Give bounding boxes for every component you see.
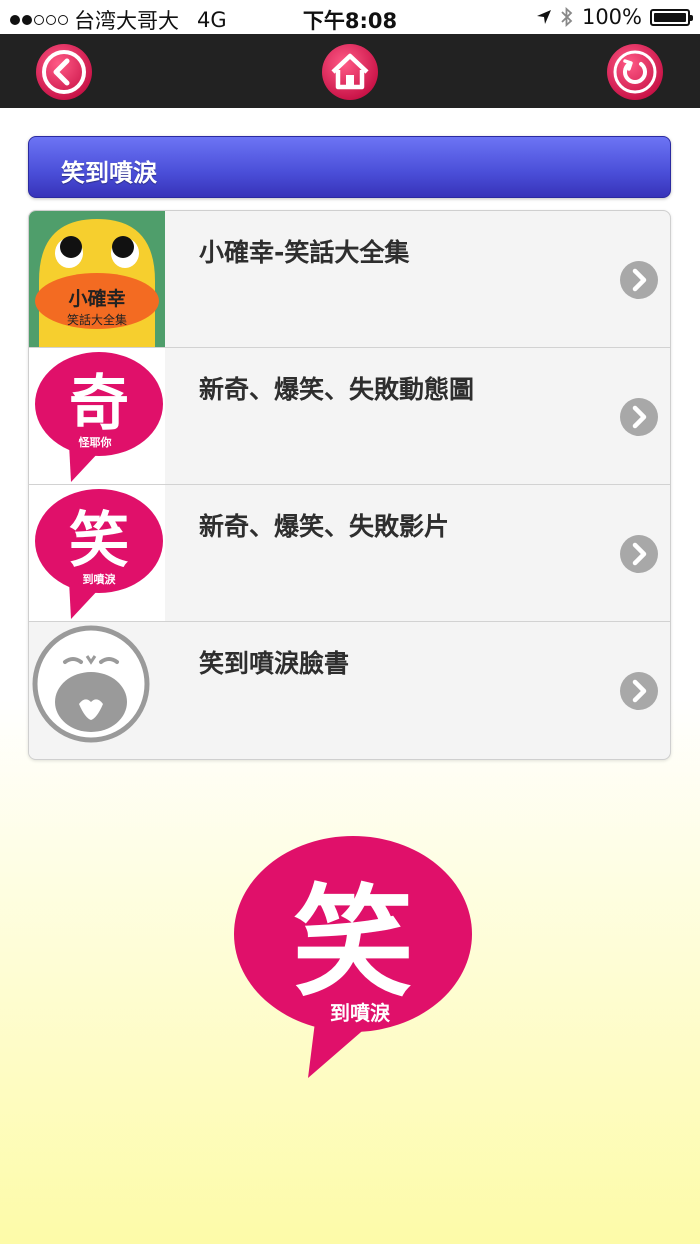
chevron-right-icon [620, 398, 658, 436]
top-toolbar [0, 34, 700, 108]
duck-logo-icon: 小確幸 笑話大全集 [29, 211, 165, 347]
list-item-title: 新奇、爆笑、失敗動態圖 [199, 375, 475, 404]
back-button[interactable] [34, 42, 94, 102]
battery-icon [650, 8, 693, 26]
bluetooth-icon [561, 7, 573, 27]
list-item-joke-collection[interactable]: 小確幸 笑話大全集 小確幸-笑話大全集 [29, 211, 670, 348]
duck-logo-text-1: 小確幸 [68, 287, 125, 310]
section-header: 笑到噴淚 [28, 136, 671, 198]
qi-speech-bubble-icon: 奇 怪耶你 [29, 348, 165, 484]
qi-subtext: 怪耶你 [79, 435, 112, 449]
location-arrow-icon [536, 10, 551, 24]
list-item-title: 小確幸-笑話大全集 [199, 238, 410, 267]
status-right: 100% [536, 5, 693, 29]
chevron-right-icon [620, 672, 658, 710]
list-item-title: 新奇、爆笑、失敗影片 [199, 512, 450, 541]
refresh-icon [607, 44, 663, 100]
home-button[interactable] [320, 42, 380, 102]
app-logo: 笑 到噴淚 [228, 834, 478, 1084]
logo-sub-text: 到噴淚 [330, 1001, 391, 1025]
battery-percent: 100% [581, 5, 642, 29]
xiao-subtext: 到噴淚 [83, 572, 117, 586]
status-bar: 台湾大哥大 4G 下午8:08 100% [0, 0, 700, 34]
chevron-right-icon [620, 261, 658, 299]
chevron-right-icon [620, 535, 658, 573]
list-item-title: 笑到噴淚臉書 [199, 649, 350, 678]
refresh-button[interactable] [605, 42, 665, 102]
xiao-speech-bubble-icon: 笑 到噴淚 [29, 485, 165, 621]
logo-main-char: 笑 [293, 874, 413, 1013]
home-icon [322, 44, 378, 100]
list-item-gifs[interactable]: 奇 怪耶你 新奇、爆笑、失敗動態圖 [29, 348, 670, 485]
duck-logo-text-2: 笑話大全集 [67, 312, 127, 327]
section-title: 笑到噴淚 [61, 159, 157, 187]
back-arrow-icon [36, 44, 92, 100]
xiao-char: 笑 [69, 506, 129, 576]
menu-list: 小確幸 笑話大全集 小確幸-笑話大全集 奇 怪耶你 新奇、爆笑、失敗動態圖 笑 … [28, 210, 671, 760]
crying-face-icon [29, 622, 165, 758]
qi-char: 奇 [69, 369, 129, 439]
list-item-facebook[interactable]: 笑到噴淚臉書 [29, 622, 670, 759]
list-item-videos[interactable]: 笑 到噴淚 新奇、爆笑、失敗影片 [29, 485, 670, 622]
